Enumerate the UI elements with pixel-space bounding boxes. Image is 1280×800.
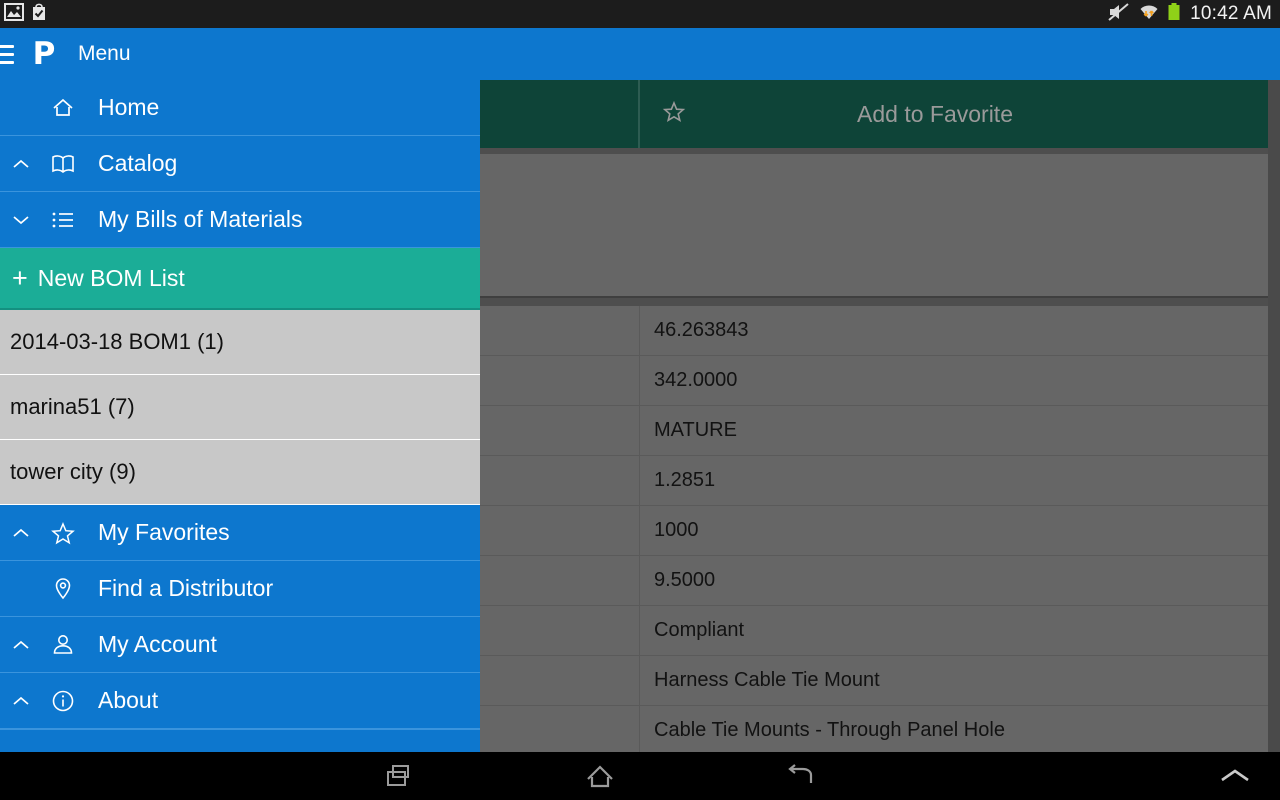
list-icon xyxy=(42,209,84,231)
info-circle-icon xyxy=(42,688,84,714)
home-nav-icon[interactable] xyxy=(500,763,700,789)
star-icon xyxy=(42,520,84,546)
volume-muted-icon xyxy=(1107,2,1131,27)
page-title: Menu xyxy=(78,42,131,65)
sidebar-item-label: Home xyxy=(98,94,160,120)
attribute-value: 1.2851 xyxy=(654,469,716,491)
home-icon xyxy=(42,95,84,121)
battery-full-icon xyxy=(1167,2,1181,27)
attribute-value: 1000 xyxy=(654,519,699,541)
navigation-drawer: Home Catalog My Bills of Materials + New… xyxy=(0,80,480,752)
list-item[interactable]: marina51 (7) xyxy=(0,375,480,440)
map-pin-icon xyxy=(42,576,84,602)
app-action-bar: P Menu xyxy=(0,28,1280,80)
sidebar-item-about[interactable]: About xyxy=(0,673,480,729)
drawer-filler xyxy=(0,729,480,752)
content-right-gutter xyxy=(1268,80,1280,752)
attribute-value: Compliant xyxy=(654,619,745,641)
back-icon[interactable] xyxy=(700,763,900,789)
chevron-up-icon[interactable] xyxy=(0,694,42,708)
list-item[interactable]: 2014-03-18 BOM1 (1) xyxy=(0,310,480,375)
sidebar-item-label: My Bills of Materials xyxy=(98,206,303,232)
favorite-bar-right-cell[interactable]: Add to Favorite xyxy=(640,80,1280,148)
chevron-down-icon[interactable] xyxy=(0,213,42,227)
android-nav-bar xyxy=(0,752,1280,800)
bom-list-label: 2014-03-18 BOM1 (1) xyxy=(10,329,224,354)
screenshot-icon xyxy=(4,2,24,26)
sidebar-item-label: My Account xyxy=(98,631,217,657)
recents-icon[interactable] xyxy=(300,763,500,789)
android-status-bar: 10:42 AM xyxy=(0,0,1280,28)
person-icon xyxy=(42,632,84,658)
status-notifications xyxy=(4,2,48,26)
sidebar-item-my-favorites[interactable]: My Favorites xyxy=(0,505,480,561)
logo-letter: P xyxy=(32,35,56,72)
attribute-value: 9.5000 xyxy=(654,569,716,591)
attribute-value: Harness Cable Tie Mount xyxy=(654,669,880,691)
sidebar-item-label: My Favorites xyxy=(98,519,230,545)
sidebar-item-my-bills-of-materials[interactable]: My Bills of Materials xyxy=(0,192,480,248)
bom-list-label: tower city (9) xyxy=(10,459,136,484)
chevron-up-icon[interactable] xyxy=(0,157,42,171)
sidebar-item-label: Find a Distributor xyxy=(98,575,274,601)
attribute-value: MATURE xyxy=(654,419,737,441)
new-bom-list-label: New BOM List xyxy=(37,264,185,291)
bom-list-label: marina51 (7) xyxy=(10,394,135,419)
screen: 10:42 AM P Menu Add to Favorite 46.26384… xyxy=(0,0,1280,800)
book-icon xyxy=(42,152,84,176)
app-installed-icon xyxy=(30,2,48,26)
chevron-up-icon[interactable] xyxy=(0,638,42,652)
status-system-icons: 10:42 AM xyxy=(1107,2,1272,27)
hamburger-menu-icon[interactable] xyxy=(0,44,14,64)
star-outline-icon[interactable] xyxy=(662,100,686,129)
sidebar-item-home[interactable]: Home xyxy=(0,80,480,136)
status-clock: 10:42 AM xyxy=(1190,3,1272,24)
sidebar-item-label: About xyxy=(98,687,159,713)
add-to-favorite-label: Add to Favorite xyxy=(857,100,1013,127)
list-item[interactable]: tower city (9) xyxy=(0,440,480,505)
sidebar-item-label: Catalog xyxy=(98,150,178,176)
sidebar-item-catalog[interactable]: Catalog xyxy=(0,136,480,192)
wifi-transfer-icon xyxy=(1138,2,1160,27)
attribute-value: 46.263843 xyxy=(654,319,749,341)
sidebar-item-my-account[interactable]: My Account xyxy=(0,617,480,673)
plus-icon: + xyxy=(12,262,28,293)
chevron-up-icon[interactable] xyxy=(1190,766,1280,786)
chevron-up-icon[interactable] xyxy=(0,526,42,540)
attribute-value: Cable Tie Mounts - Through Panel Hole xyxy=(654,719,1005,741)
attribute-value: 342.0000 xyxy=(654,369,738,391)
sidebar-item-find-a-distributor[interactable]: Find a Distributor xyxy=(0,561,480,617)
new-bom-list-button[interactable]: + New BOM List xyxy=(0,248,480,310)
app-logo: P xyxy=(26,36,62,72)
